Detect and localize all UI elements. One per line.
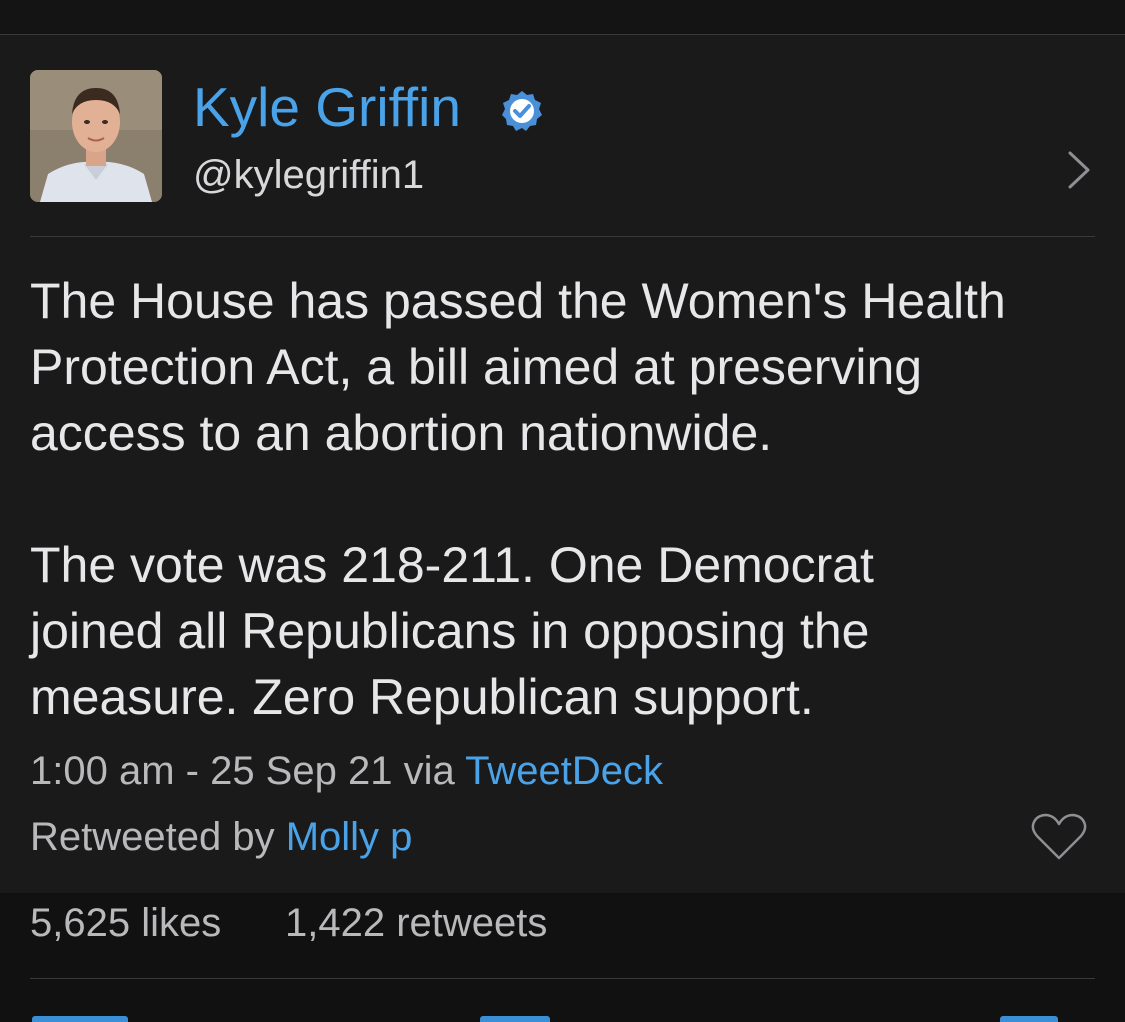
client-link[interactable]: TweetDeck: [465, 749, 663, 793]
verified-badge-icon: [502, 91, 542, 131]
retweeted-by: Retweeted by Molly p: [30, 812, 412, 862]
retweeter-link[interactable]: Molly p: [286, 815, 413, 859]
tweet-meta: 1:00 am - 25 Sep 21 via TweetDeck: [30, 746, 663, 796]
via-label: via: [403, 749, 455, 793]
avatar-photo: [30, 70, 162, 202]
heart-icon[interactable]: [1030, 812, 1088, 862]
retweeted-by-label: Retweeted by: [30, 815, 275, 859]
action-reply-partial[interactable]: [32, 1016, 128, 1022]
tweet-timestamp: 1:00 am - 25 Sep 21: [30, 749, 393, 793]
divider: [30, 236, 1095, 237]
top-bar: [0, 0, 1125, 35]
chevron-right-icon[interactable]: [1062, 145, 1096, 195]
author-handle[interactable]: @kylegriffin1: [193, 152, 424, 198]
tweet-detail-screen: Kyle Griffin @kylegriffin1 The House has…: [0, 0, 1125, 1022]
likes-count[interactable]: 5,625 likes: [30, 898, 221, 948]
action-more-partial[interactable]: [1000, 1016, 1058, 1022]
author-row[interactable]: Kyle Griffin @kylegriffin1: [0, 35, 1125, 237]
avatar[interactable]: [30, 70, 162, 202]
author-display-name[interactable]: Kyle Griffin: [193, 77, 461, 137]
divider: [30, 978, 1095, 979]
tweet-text: The House has passed the Women's Health …: [30, 273, 1006, 725]
retweets-count[interactable]: 1,422 retweets: [285, 898, 547, 948]
action-retweet-partial[interactable]: [480, 1016, 550, 1022]
